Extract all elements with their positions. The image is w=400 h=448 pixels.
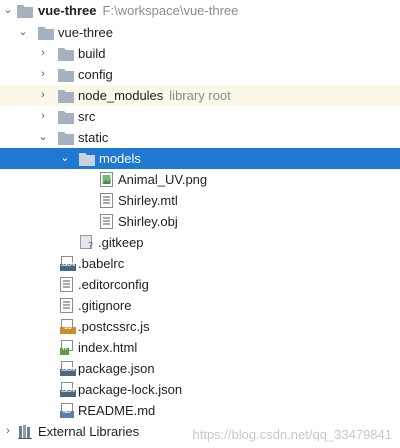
- tree-row-project-root[interactable]: ⌄ vue-three F:\workspace\vue-three: [0, 0, 400, 21]
- file-label: .babelrc: [78, 256, 125, 271]
- tree-row-vue-three[interactable]: ⌄ vue-three: [0, 22, 400, 43]
- folder-label: static: [78, 130, 109, 145]
- project-root-label: vue-three F:\workspace\vue-three: [38, 0, 238, 21]
- project-tree: ⌄ vue-three F:\workspace\vue-three ⌄ vue-…: [0, 0, 400, 448]
- folder-icon: [58, 109, 74, 124]
- folder-icon: [58, 130, 74, 145]
- library-root-hint: library root: [169, 88, 231, 103]
- tree-row-animal-uv[interactable]: Animal_UV.png: [0, 169, 400, 190]
- folder-label: External Libraries: [38, 424, 140, 439]
- file-label: .editorconfig: [78, 277, 149, 292]
- json-badge: JSON: [61, 367, 75, 373]
- folder-label: build: [78, 46, 106, 61]
- tree-row-models[interactable]: ⌄ models: [0, 148, 400, 169]
- file-label: .gitkeep: [98, 235, 144, 250]
- tree-row-src[interactable]: › src: [0, 106, 400, 127]
- text-file-icon: [100, 193, 116, 208]
- file-label: README.md: [78, 403, 156, 418]
- file-label: Animal_UV.png: [118, 172, 208, 187]
- tree-row-node-modules[interactable]: › node_modules library root: [0, 85, 400, 106]
- tree-row-static[interactable]: ⌄ static: [0, 127, 400, 148]
- chevron-down-icon[interactable]: ⌄: [37, 127, 49, 148]
- folder-icon: [58, 46, 74, 61]
- folder-label: src: [78, 109, 96, 124]
- tree-row-readme[interactable]: MD README.md: [0, 400, 400, 421]
- chevron-right-icon[interactable]: ›: [37, 64, 49, 85]
- tree-row-build[interactable]: › build: [0, 43, 400, 64]
- chevron-right-icon[interactable]: ›: [2, 421, 14, 442]
- tree-row-babelrc[interactable]: JSON .babelrc: [0, 253, 400, 274]
- tree-row-editorconfig[interactable]: .editorconfig: [0, 274, 400, 295]
- tree-row-config[interactable]: › config: [0, 64, 400, 85]
- folder-icon: [58, 88, 74, 103]
- file-label: .postcssrc.js: [78, 319, 150, 334]
- project-name: vue-three: [38, 3, 97, 18]
- html-badge: H: [62, 346, 67, 352]
- folder-label: vue-three: [58, 25, 113, 40]
- folder-icon: [38, 25, 54, 40]
- folder-label: config: [78, 67, 113, 82]
- library-icon: [18, 424, 34, 439]
- chevron-right-icon[interactable]: ›: [37, 106, 49, 127]
- md-badge: MD: [63, 409, 71, 415]
- image-file-icon: [100, 172, 116, 187]
- folder-icon: [79, 151, 95, 166]
- chevron-down-icon[interactable]: ⌄: [2, 0, 14, 21]
- tree-row-shirley-mtl[interactable]: Shirley.mtl: [0, 190, 400, 211]
- tree-row-index-html[interactable]: H index.html: [0, 337, 400, 358]
- folder-label: models: [99, 151, 141, 166]
- file-label: Shirley.obj: [118, 214, 178, 229]
- chevron-right-icon[interactable]: ›: [37, 85, 49, 106]
- tree-row-package-lock[interactable]: JSON package-lock.json: [0, 379, 400, 400]
- chevron-down-icon[interactable]: ⌄: [59, 148, 71, 169]
- folder-icon: [17, 3, 33, 18]
- json-badge: JSON: [61, 388, 75, 394]
- tree-row-gitkeep[interactable]: ? .gitkeep: [0, 232, 400, 253]
- tree-row-postcssrc[interactable]: JS .postcssrc.js: [0, 316, 400, 337]
- file-label: Shirley.mtl: [118, 193, 178, 208]
- node-modules-label: node_modules library root: [78, 85, 231, 106]
- unknown-file-icon: ?: [80, 235, 96, 250]
- project-path: F:\workspace\vue-three: [102, 3, 239, 18]
- tree-row-gitignore[interactable]: .gitignore: [0, 295, 400, 316]
- file-label: package.json: [78, 361, 155, 376]
- file-label: .gitignore: [78, 298, 132, 313]
- watermark: https://blog.csdn.net/qq_33479841: [192, 427, 393, 442]
- text-file-icon: [60, 298, 76, 313]
- tree-row-package-json[interactable]: JSON package.json: [0, 358, 400, 379]
- chevron-down-icon[interactable]: ⌄: [17, 22, 29, 43]
- text-file-icon: [60, 277, 76, 292]
- js-badge: JS: [64, 325, 72, 331]
- file-label: index.html: [78, 340, 138, 355]
- chevron-right-icon[interactable]: ›: [37, 43, 49, 64]
- file-label: package-lock.json: [78, 382, 183, 397]
- folder-icon: [58, 67, 74, 82]
- folder-label: node_modules: [78, 88, 164, 103]
- svg-text:?: ?: [88, 241, 93, 250]
- tree-row-shirley-obj[interactable]: Shirley.obj: [0, 211, 400, 232]
- json-badge: JSON: [61, 262, 75, 268]
- text-file-icon: [100, 214, 116, 229]
